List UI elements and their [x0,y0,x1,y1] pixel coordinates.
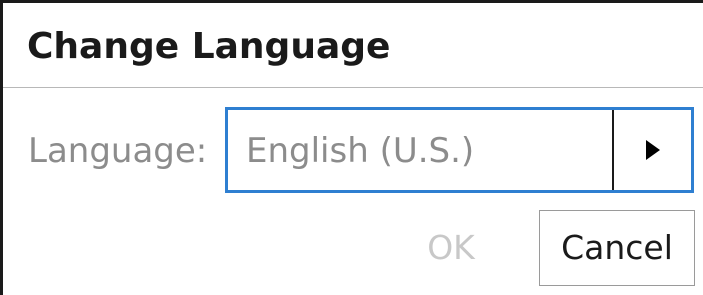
ok-button[interactable]: OK [403,210,499,286]
language-select-value: English (U.S.) [246,131,475,171]
triangle-right-icon [646,140,660,160]
language-label: Language: [28,131,208,171]
dialog-title-bar: Change Language [3,3,703,88]
change-language-dialog: Change Language Language: English (U.S.)… [0,0,703,295]
language-select[interactable]: English (U.S.) [225,107,694,193]
dialog-title: Change Language [27,26,391,67]
cancel-button[interactable]: Cancel [539,210,695,286]
language-dropdown-button[interactable] [614,110,691,190]
